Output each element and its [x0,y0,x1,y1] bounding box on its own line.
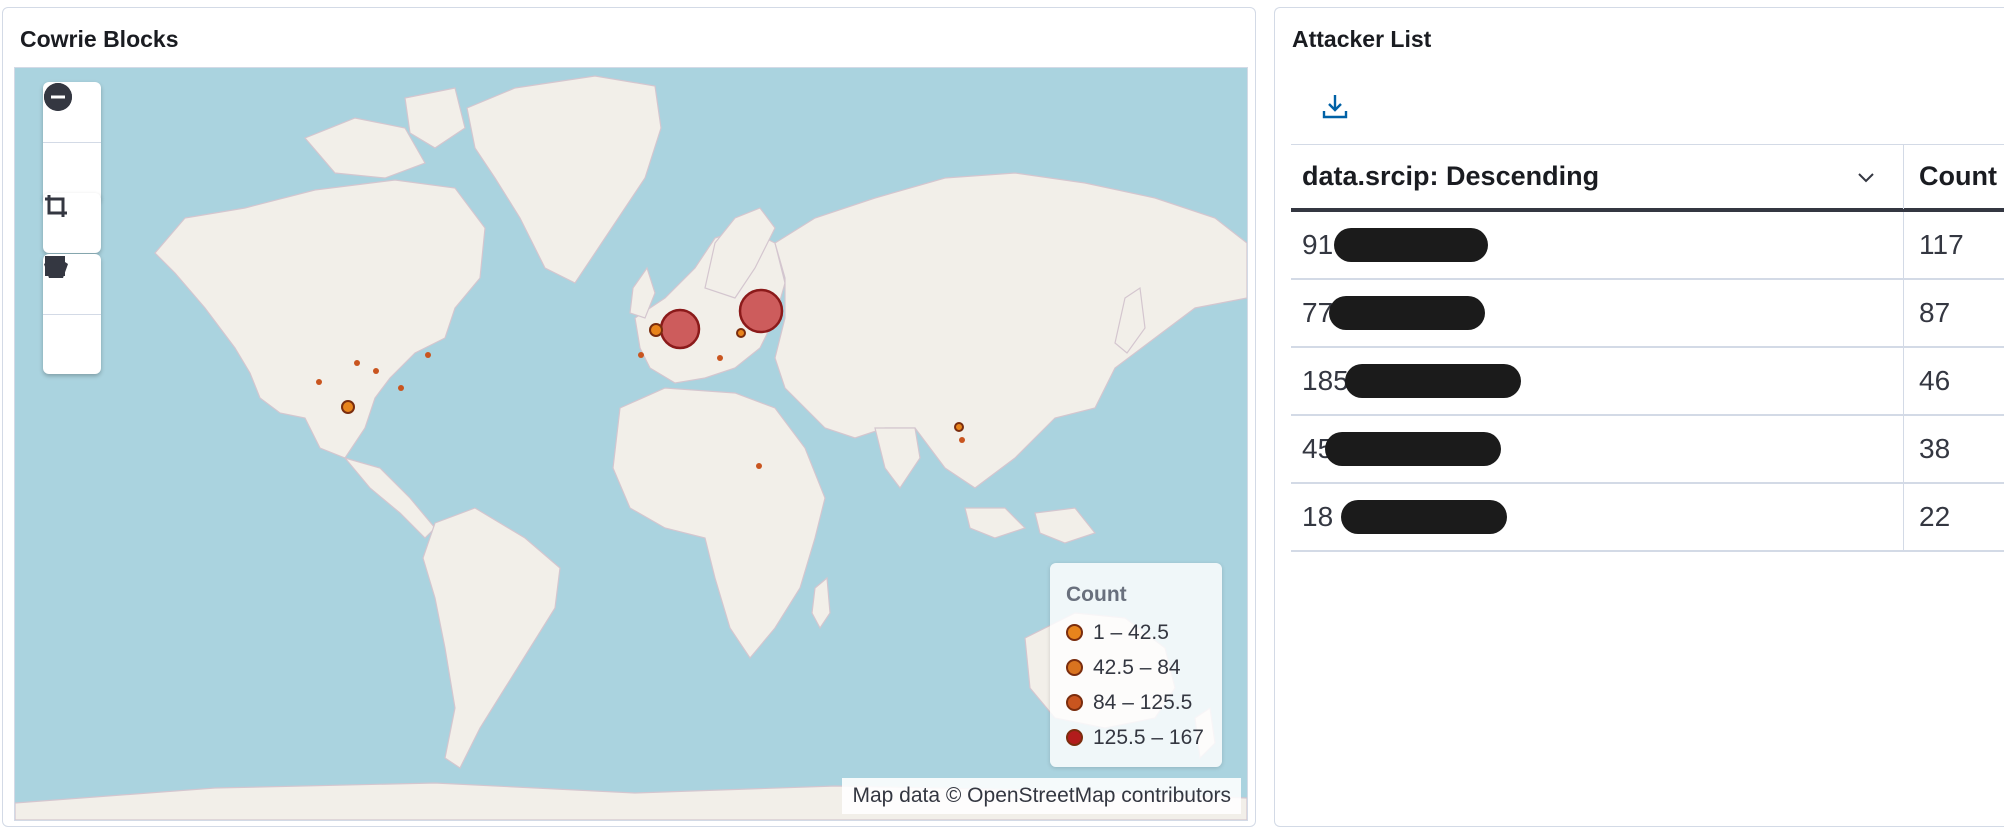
table-panel-title: Attacker List [1292,26,1432,52]
fit-to-data-button[interactable] [43,193,101,253]
minus-circle-icon [44,83,72,111]
legend-dot [1066,659,1083,676]
draw-controls [43,254,101,374]
column-header-srcip[interactable]: data.srcip: Descending [1291,161,1903,192]
marker-us-3 [316,379,322,385]
zoom-controls [43,82,101,202]
legend-dot [1066,694,1083,711]
map-panel: Cowrie Blocks Count 1 – 42.5 42.5 – 84 8… [2,7,1256,827]
cell-srcip-text: 185 [1302,365,1349,396]
marker-kenya [756,463,762,469]
attacker-table: data.srcip: Descending Count 91 117 77 8… [1291,144,2004,552]
marker-spain [638,352,644,358]
marker-europe-west [659,308,701,350]
world-map[interactable]: Count 1 – 42.5 42.5 – 84 84 – 125.5 125.… [14,67,1248,821]
legend-label: 1 – 42.5 [1093,620,1169,644]
marker-mexico [341,400,355,414]
table-panel: Attacker List data.srcip: Descending Cou… [1274,7,2004,827]
cell-count: 117 [1903,212,1964,278]
legend-label: 84 – 125.5 [1093,690,1193,714]
marker-us-4 [398,385,404,391]
table-row[interactable]: 77 87 [1291,280,2004,348]
draw-rectangle-button[interactable] [43,256,101,374]
map-attribution[interactable]: Map data © OpenStreetMap contributors [842,778,1241,814]
download-icon [1322,95,1348,119]
cell-srcip[interactable]: 77 [1291,280,1903,346]
legend-dot [1066,624,1083,641]
fit-controls [43,193,101,253]
marker-us-2 [373,368,379,374]
cell-srcip[interactable]: 91 [1291,212,1903,278]
legend-dot [1066,729,1083,746]
redaction-mark [1341,500,1507,534]
marker-vietnam-2 [959,437,965,443]
cell-count: 87 [1903,280,1950,346]
map-legend: Count 1 – 42.5 42.5 – 84 84 – 125.5 125.… [1050,563,1222,767]
cell-count: 46 [1903,348,1950,414]
crop-icon [45,195,67,217]
redaction-mark [1345,364,1521,398]
table-row[interactable]: 45 38 [1291,416,2004,484]
table-header: data.srcip: Descending Count [1291,144,2004,212]
marker-greece [717,355,723,361]
legend-item: 84 – 125.5 [1066,685,1206,720]
column-header-srcip-label: data.srcip: Descending [1302,161,1600,191]
marker-us-5 [425,352,431,358]
map-panel-title: Cowrie Blocks [20,26,179,52]
legend-item: 42.5 – 84 [1066,650,1206,685]
cell-count: 38 [1903,416,1950,482]
legend-title: Count [1066,583,1127,606]
marker-us-1 [354,360,360,366]
square-icon [45,256,65,276]
redaction-mark [1325,432,1501,466]
marker-europe-east [738,288,784,334]
legend-label: 42.5 – 84 [1093,655,1181,679]
marker-vietnam-1 [954,422,964,432]
cell-srcip[interactable]: 18 [1291,484,1903,550]
marker-france [649,323,663,337]
cell-count: 22 [1903,484,1950,550]
redaction-mark [1334,228,1488,262]
redaction-mark [1329,296,1485,330]
cell-srcip[interactable]: 45 [1291,416,1903,482]
download-button[interactable] [1319,90,1351,122]
cell-srcip[interactable]: 185 [1291,348,1903,414]
chevron-down-icon[interactable] [1855,166,1877,188]
column-header-count[interactable]: Count [1903,144,1997,209]
cell-srcip-text: 91 [1302,229,1334,260]
table-row[interactable]: 91 117 [1291,212,2004,280]
table-row[interactable]: 18 22 [1291,484,2004,552]
legend-item: 125.5 – 167 [1066,720,1206,755]
marker-ukraine [736,328,746,338]
table-row[interactable]: 185 46 [1291,348,2004,416]
legend-label: 125.5 – 167 [1093,725,1204,749]
cell-srcip-text: 18 [1302,501,1334,532]
legend-item: 1 – 42.5 [1066,615,1206,650]
